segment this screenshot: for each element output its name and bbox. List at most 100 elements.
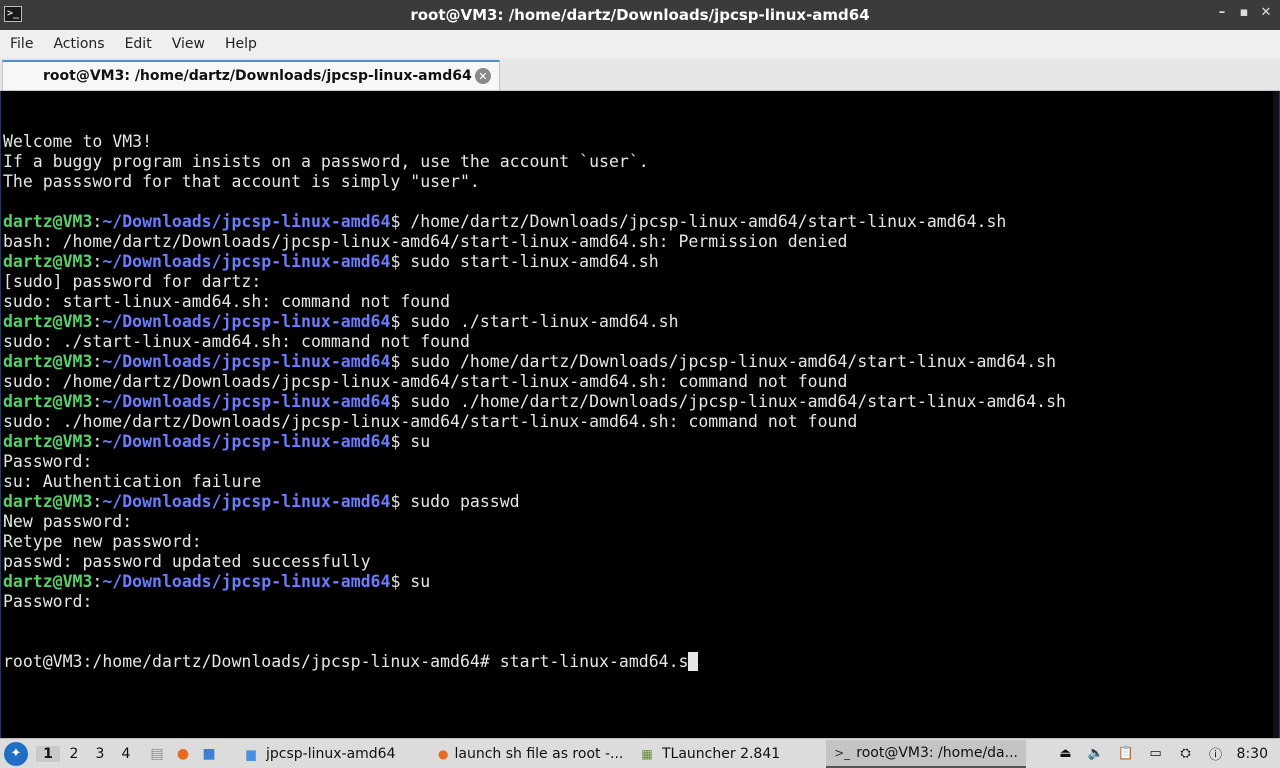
terminal-app-icon: >_: [4, 6, 22, 22]
terminal-line: dartz@VM3:~/Downloads/jpcsp-linux-amd64$…: [3, 352, 1277, 372]
terminal-line: bash: /home/dartz/Downloads/jpcsp-linux-…: [3, 232, 1277, 252]
output-text: New password:: [3, 512, 133, 531]
minecraft-block-icon: ▦: [641, 746, 653, 761]
close-icon[interactable]: ✕: [1260, 5, 1272, 20]
taskbar-task-label: launch sh file as root -...: [454, 745, 624, 762]
prompt-colon: :: [92, 252, 103, 271]
terminal-line: dartz@VM3:~/Downloads/jpcsp-linux-amd64$…: [3, 432, 1277, 452]
terminal-scrollbar[interactable]: [1273, 91, 1279, 738]
window-titlebar[interactable]: >_ root@VM3: /home/dartz/Downloads/jpcsp…: [0, 0, 1280, 30]
prompt-path: ~/Downloads/jpcsp-linux-amd64: [102, 432, 391, 451]
prompt-colon: :: [92, 392, 103, 411]
terminal-icon: >_: [834, 745, 851, 760]
clock[interactable]: 8:30: [1237, 746, 1268, 762]
taskbar-task[interactable]: ● launch sh file as root -...: [430, 740, 630, 768]
prompt-path: ~/Downloads/jpcsp-linux-amd64: [102, 312, 391, 331]
terminal-output[interactable]: Welcome to VM3! If a buggy program insist…: [0, 91, 1280, 738]
output-text: If a buggy program insists on a password…: [3, 152, 649, 171]
command-text: su: [400, 572, 431, 591]
prompt-path: ~/Downloads/jpcsp-linux-amd64: [102, 212, 391, 231]
tab-bar: root@VM3: /home/dartz/Downloads/jpcsp-li…: [0, 58, 1280, 91]
terminal-line: dartz@VM3:~/Downloads/jpcsp-linux-amd64$…: [3, 572, 1277, 592]
start-menu-icon[interactable]: ✦: [4, 741, 28, 766]
terminal-line: New password:: [3, 512, 1277, 532]
minimize-icon[interactable]: –: [1216, 5, 1228, 20]
output-text: Password:: [3, 592, 93, 611]
prompt-symbol: $: [390, 252, 401, 271]
prompt-user: dartz@VM3: [3, 492, 93, 511]
desktop-1-button[interactable]: 1: [36, 745, 60, 762]
taskbar-task-label: jpcsp-linux-amd64: [266, 745, 396, 762]
prompt-symbol: $: [390, 352, 401, 371]
terminal-line: sudo: start-linux-amd64.sh: command not …: [3, 292, 1277, 312]
desktop-4-button[interactable]: 4: [114, 746, 138, 762]
quick-launch: ▤ ● ■: [142, 743, 220, 765]
notification-icon[interactable]: ⓘ: [1207, 745, 1225, 763]
output-text: Password:: [3, 452, 93, 471]
command-text: su: [400, 432, 431, 451]
eject-icon[interactable]: ⏏: [1057, 745, 1075, 763]
taskbar-task[interactable]: ▆ jpcsp-linux-amd64: [234, 740, 430, 768]
terminal-line: dartz@VM3:~/Downloads/jpcsp-linux-amd64$…: [3, 252, 1277, 272]
system-tray: ⏏ 🔈 📋 ▭ ⛭ ⓘ 8:30: [1057, 745, 1280, 764]
output-text: sudo: ./start-linux-amd64.sh: command no…: [3, 332, 470, 351]
prompt-colon: :: [92, 492, 103, 511]
terminal-line: If a buggy program insists on a password…: [3, 152, 1277, 172]
terminal-line: sudo: ./start-linux-amd64.sh: command no…: [3, 332, 1277, 352]
terminal-line: dartz@VM3:~/Downloads/jpcsp-linux-amd64$…: [3, 392, 1277, 412]
prompt-colon: :: [92, 432, 103, 451]
prompt-symbol: $: [390, 432, 401, 451]
firefox-icon[interactable]: ●: [172, 743, 194, 765]
taskbar-task[interactable]: ▦ TLauncher 2.841: [630, 740, 826, 768]
volume-icon[interactable]: 🔈: [1087, 745, 1105, 763]
file-manager-icon[interactable]: ■: [198, 743, 220, 765]
menu-file[interactable]: File: [0, 36, 43, 52]
maximize-icon[interactable]: ▪: [1238, 5, 1250, 20]
terminal-line: Retype new password:: [3, 532, 1277, 552]
terminal-line: dartz@VM3:~/Downloads/jpcsp-linux-amd64$…: [3, 212, 1277, 232]
tab-terminal[interactable]: root@VM3: /home/dartz/Downloads/jpcsp-li…: [2, 60, 500, 90]
desktop-2-button[interactable]: 2: [62, 746, 86, 762]
prompt-colon: :: [92, 572, 103, 591]
terminal-line: dartz@VM3:~/Downloads/jpcsp-linux-amd64$…: [3, 492, 1277, 512]
prompt-path: ~/Downloads/jpcsp-linux-amd64: [102, 392, 391, 411]
clipboard-icon[interactable]: 📋: [1117, 745, 1135, 763]
command-text: sudo passwd: [400, 492, 520, 511]
prompt-user: dartz@VM3: [3, 432, 93, 451]
prompt-symbol: $: [390, 212, 401, 231]
terminal-line: Password:: [3, 592, 1277, 612]
display-icon[interactable]: ▭: [1147, 745, 1165, 763]
prompt-user: dartz@VM3: [3, 212, 93, 231]
taskbar-task[interactable]: >_ root@VM3: /home/da...: [826, 739, 1026, 768]
firefox-icon: ●: [438, 746, 449, 761]
tab-close-icon[interactable]: ✕: [475, 68, 491, 84]
output-text: The passsword for that account is simply…: [3, 172, 480, 191]
terminal-line: Welcome to VM3!: [3, 132, 1277, 152]
menu-actions[interactable]: Actions: [43, 36, 114, 52]
terminal-line: Password:: [3, 452, 1277, 472]
archive-manager-icon[interactable]: ▤: [146, 743, 168, 765]
text-cursor: [688, 652, 699, 671]
terminal-line: sudo: ./home/dartz/Downloads/jpcsp-linux…: [3, 412, 1277, 432]
terminal-line: The passsword for that account is simply…: [3, 172, 1277, 192]
network-icon[interactable]: ⛭: [1177, 745, 1195, 763]
prompt-user: dartz@VM3: [3, 572, 93, 591]
output-text: sudo: /home/dartz/Downloads/jpcsp-linux-…: [3, 372, 848, 391]
prompt-user: dartz@VM3: [3, 252, 93, 271]
desktop-3-button[interactable]: 3: [88, 746, 112, 762]
menu-help[interactable]: Help: [215, 36, 267, 52]
prompt-path: ~/Downloads/jpcsp-linux-amd64: [102, 352, 391, 371]
taskbar: ✦ 1234 ▤ ● ■ ▆ jpcsp-linux-amd64 ● launch sh …: [0, 738, 1280, 768]
terminal-input[interactable]: start-linux-amd64.s: [500, 652, 689, 671]
command-text: sudo ./start-linux-amd64.sh: [400, 312, 679, 331]
menu-bar: File Actions Edit View Help: [0, 30, 1280, 58]
output-text: sudo: ./home/dartz/Downloads/jpcsp-linux…: [3, 412, 858, 431]
prompt-path: ~/Downloads/jpcsp-linux-amd64: [102, 572, 391, 591]
output-text: passwd: password updated successfully: [3, 552, 371, 571]
prompt-colon: :: [92, 212, 103, 231]
menu-view[interactable]: View: [162, 36, 215, 52]
menu-edit[interactable]: Edit: [115, 36, 162, 52]
desktop-switcher: 1234: [34, 745, 138, 762]
prompt-symbol: $: [390, 392, 401, 411]
